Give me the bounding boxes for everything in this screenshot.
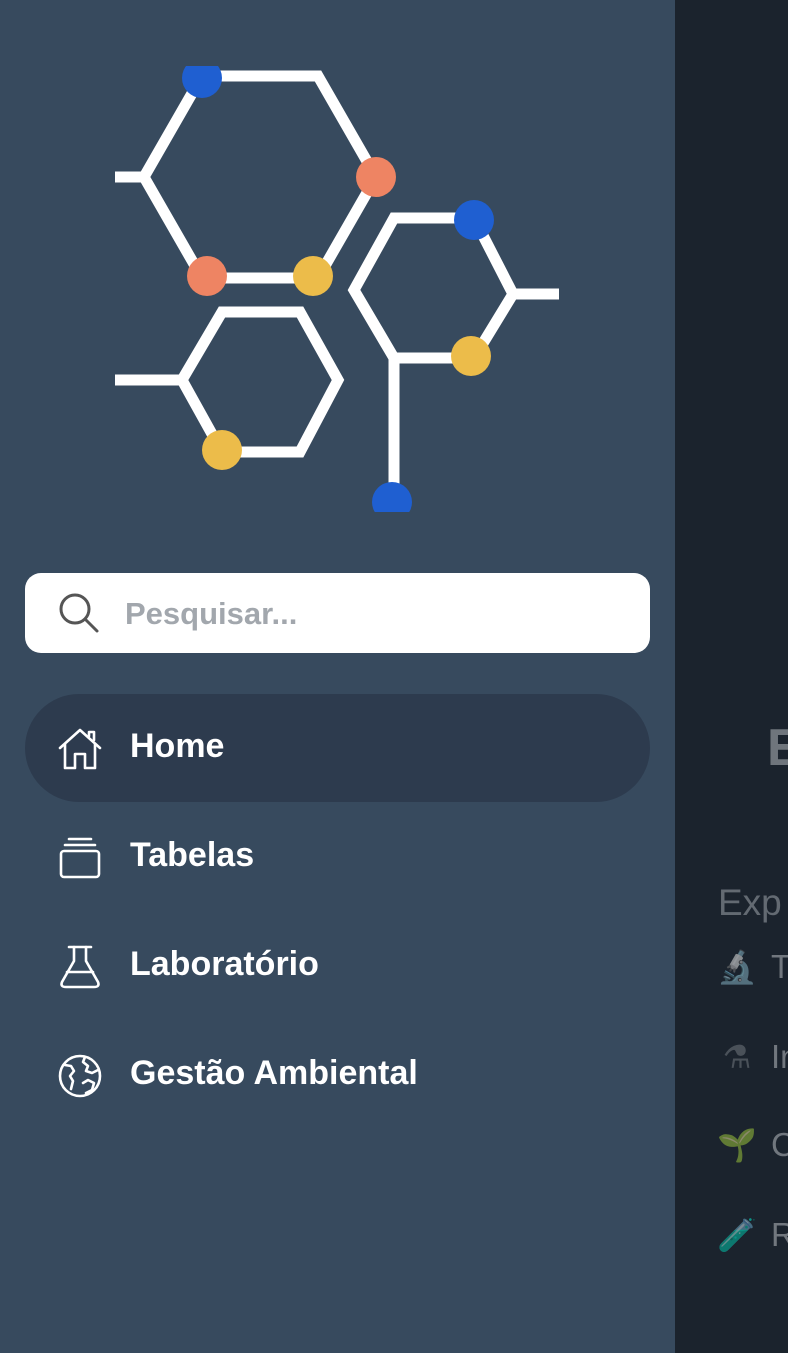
sidebar-item-home[interactable]: Home [25, 694, 650, 802]
seedling-icon: 🌱 [717, 1127, 757, 1163]
stack-icon [59, 837, 101, 879]
main-list-item[interactable]: 🧪 R [717, 1216, 788, 1254]
home-icon [58, 728, 102, 770]
main-list-item-label: In [771, 1038, 788, 1075]
main-list-item[interactable]: ⚗ In [717, 1038, 788, 1076]
main-list-item-label: R [771, 1216, 788, 1253]
lab-hood-icon: ⚗ [722, 1039, 752, 1075]
sidebar-item-label: Laboratório [130, 945, 319, 983]
sidebar-item-tabelas[interactable]: Tabelas [25, 803, 650, 911]
main-list-item-label: C [771, 1126, 788, 1163]
search-bar[interactable] [25, 573, 650, 653]
sidebar-item-gestao-ambiental[interactable]: Gestão Ambiental [25, 1021, 650, 1129]
main-subheading: Exp [718, 882, 782, 923]
sidebar-item-label: Gestão Ambiental [130, 1054, 418, 1092]
main-list-item[interactable]: 🔬 T [717, 948, 788, 986]
flask-icon [60, 945, 100, 989]
search-icon [59, 593, 99, 633]
main-heading: E [767, 719, 788, 777]
sidebar: Home Tabelas Laboratório [0, 0, 675, 1353]
sidebar-item-laboratorio[interactable]: Laboratório [25, 912, 650, 1020]
main-list-item-label: T [771, 948, 788, 985]
sidebar-item-label: Home [130, 727, 225, 765]
molecule-hexagons-icon [115, 62, 559, 517]
sidebar-item-label: Tabelas [130, 836, 255, 874]
main-list-item[interactable]: 🌱 C [717, 1126, 788, 1164]
microscope-icon: 🔬 [717, 949, 757, 985]
main-content: E Exp 🔬 T ⚗ In 🌱 C 🧪 R [675, 0, 788, 1353]
globe-icon [58, 1054, 102, 1098]
test-tube-icon: 🧪 [717, 1217, 757, 1253]
search-input[interactable] [123, 583, 627, 645]
